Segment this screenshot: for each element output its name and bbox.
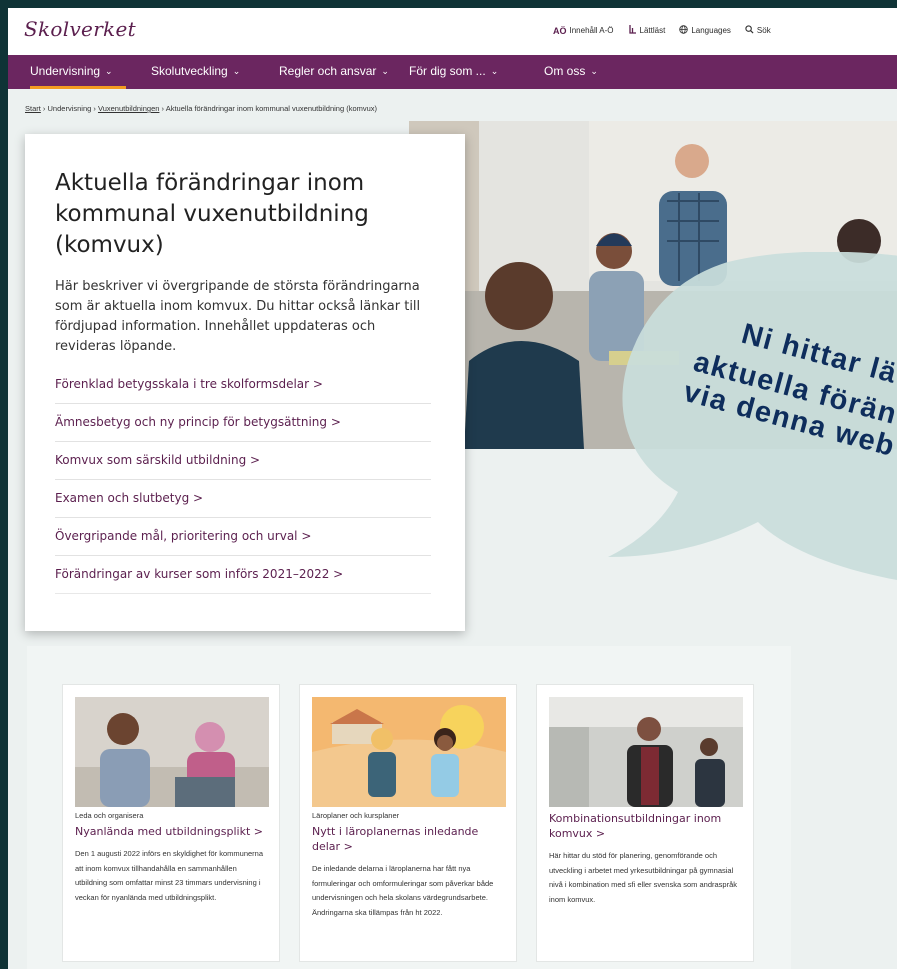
teaser-title[interactable]: Nytt i läroplanernas inledande delar > [312,824,504,854]
teaser-category: Leda och organisera [75,811,144,820]
nav-item-regler[interactable]: Regler och ansvar ⌄ [279,64,389,78]
breadcrumb: Start › Undervisning › Vuxenutbildningen… [25,104,377,113]
teaser-title[interactable]: Nyanlända med utbildningsplikt > [75,824,267,839]
utility-languages-label: Languages [691,26,731,35]
utility-a-o-label: Innehåll A-Ö [569,26,614,35]
utility-easy-read-link[interactable]: Lättläst [628,25,666,36]
search-icon [745,25,754,36]
a-o-icon: AÖ [553,25,567,36]
nav-item-label: För dig som ... [409,64,486,78]
nav-item-om-oss[interactable]: Om oss ⌄ [544,64,598,78]
teaser-title[interactable]: Kombinationsutbildningar inom komvux > [549,811,741,841]
topic-link[interactable]: Förenklad betygsskala i tre skolformsdel… [55,373,431,404]
nav-item-for-dig-som[interactable]: För dig som ... ⌄ [409,64,498,78]
teaser-description: Den 1 augusti 2022 införs en skyldighet … [75,849,264,902]
topic-link[interactable]: Examen och slutbetyg > [55,480,431,518]
utility-a-o-link[interactable]: AÖ Innehåll A-Ö [553,25,614,36]
utility-links: AÖ Innehåll A-Ö Lättläst Languages Sök [553,25,771,36]
nav-item-label: Regler och ansvar [279,64,377,78]
nav-item-label: Om oss [544,64,586,78]
nav-item-label: Skolutveckling [151,64,228,78]
breadcrumb-vuxenutbildningen[interactable]: Vuxenutbildningen [98,104,159,113]
utility-search-label: Sök [756,26,771,35]
teaser-image [549,697,743,807]
topic-link[interactable]: Ämnesbetyg och ny princip för betygsättn… [55,404,431,442]
teaser-image [312,697,506,807]
chevron-down-icon: ⌄ [590,65,598,76]
utility-languages-link[interactable]: Languages [679,25,731,36]
breadcrumb-separator: › [91,104,98,113]
chevron-down-icon: ⌄ [381,65,389,76]
breadcrumb-start[interactable]: Start [25,104,41,113]
globe-icon [679,25,689,36]
teaser-description: Här hittar du stöd för planering, genomf… [549,851,738,904]
breadcrumb-undervisning[interactable]: Undervisning [48,104,92,113]
breadcrumb-current: Aktuella förändringar inom kommunal vuxe… [165,104,378,113]
main-navigation: Undervisning ⌄ Skolutveckling ⌄ Regler o… [8,55,897,89]
topic-link[interactable]: Förändringar av kurser som införs 2021–2… [55,556,431,594]
nav-item-label: Undervisning [30,64,101,78]
topic-link[interactable]: Övergripande mål, prioritering och urval… [55,518,431,556]
chevron-down-icon: ⌄ [490,65,499,76]
teaser-card-laroplaner[interactable]: Läroplaner och kursplaner Nytt i läropla… [299,684,517,962]
nav-active-indicator [30,86,126,89]
teaser-card-nyanlanda[interactable]: Leda och organisera Nyanlända med utbild… [62,684,280,962]
chevron-down-icon: ⌄ [105,65,113,76]
related-content-panel: Leda och organisera Nyanlända med utbild… [27,646,791,969]
teaser-image [75,697,269,807]
utility-search-link[interactable]: Sök [745,25,771,36]
teaser-description: De inledande delarna i läroplanerna har … [312,864,494,917]
teaser-category: Läroplaner och kursplaner [312,811,400,820]
nav-item-undervisning[interactable]: Undervisning ⌄ [30,64,113,78]
topic-link[interactable]: Komvux som särskild utbildning > [55,442,431,480]
nav-item-skolutveckling[interactable]: Skolutveckling ⌄ [151,64,240,78]
chevron-down-icon: ⌄ [232,65,241,76]
site-header: Skolverket AÖ Innehåll A-Ö Lättläst Lang… [8,8,897,55]
main-content-card: Aktuella förändringar inom kommunal vuxe… [25,134,465,631]
utility-easy-read-label: Lättläst [639,26,666,35]
page-title: Aktuella förändringar inom kommunal vuxe… [55,170,369,258]
page-intro: Här beskriver vi övergripande de största… [55,279,421,354]
topic-link-list: Förenklad betygsskala i tre skolformsdel… [55,373,431,594]
browser-viewport: Skolverket AÖ Innehåll A-Ö Lättläst Lang… [8,8,897,969]
site-logo[interactable]: Skolverket [24,17,136,41]
breadcrumb-separator: › [40,104,48,113]
easy-read-icon [628,25,637,36]
hero-photo [409,121,897,449]
teaser-card-kombinationsutbildningar[interactable]: Kombinationsutbildningar inom komvux > H… [536,684,754,962]
